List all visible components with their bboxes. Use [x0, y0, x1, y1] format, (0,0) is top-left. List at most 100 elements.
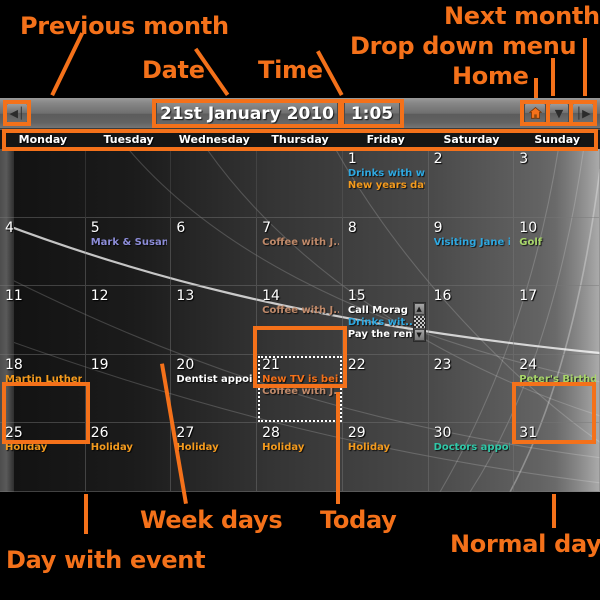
- calendar-day-21[interactable]: 21New TV is bei...Coffee with J...: [257, 354, 343, 424]
- calendar-day-23[interactable]: 23: [428, 354, 515, 424]
- date-display[interactable]: 21st January 2010: [156, 101, 338, 126]
- calendar-day-14[interactable]: 14 Coffee with J...: [257, 286, 343, 355]
- calendar-event[interactable]: Martin Luther ...: [5, 374, 82, 385]
- calendar-day-7[interactable]: 7 Coffee with J...: [257, 217, 343, 287]
- calendar-event[interactable]: Holiday: [176, 442, 253, 453]
- calendar-day-9[interactable]: 9Visiting Jane i...: [428, 217, 515, 287]
- day-number: 22: [347, 356, 366, 373]
- annotation-label-time: Time: [258, 56, 323, 84]
- day-number: 10: [519, 219, 538, 236]
- time-text: 1:05: [350, 103, 394, 124]
- calendar-event[interactable]: Mark & Susan...: [91, 237, 168, 248]
- day-number: 12: [90, 288, 109, 305]
- home-button[interactable]: [524, 103, 546, 123]
- calendar-event[interactable]: Doctors appoi...: [434, 442, 511, 453]
- calendar-event[interactable]: Coffee with J...: [262, 305, 339, 316]
- calendar-day-24[interactable]: 24Peter's Birthd...: [514, 354, 600, 424]
- calendar-event[interactable]: Golf: [519, 237, 596, 248]
- calendar-event[interactable]: Holiday: [348, 442, 425, 453]
- day-number: 16: [433, 288, 452, 305]
- next-month-button[interactable]: │▶: [572, 103, 594, 123]
- day-number: 30: [433, 425, 452, 442]
- day-number: 25: [5, 425, 23, 442]
- calendar-event[interactable]: Drinks with w...: [348, 168, 425, 179]
- calendar-event[interactable]: Dentist appoi...: [176, 374, 253, 385]
- day-number: 3: [519, 151, 529, 167]
- dropdown-menu-button[interactable]: ▼: [549, 103, 569, 123]
- annotation-leader-line: [84, 494, 88, 534]
- calendar-day-31[interactable]: 31: [514, 423, 600, 492]
- calendar-day-17[interactable]: 17: [514, 286, 600, 355]
- calendar-event[interactable]: Visiting Jane i...: [434, 237, 511, 248]
- calendar-event[interactable]: Holiday: [5, 442, 82, 453]
- calendar-grid: 1Drinks with w...New years day2345Mark &…: [0, 149, 600, 492]
- calendar-day-1[interactable]: 1Drinks with w...New years day: [342, 149, 429, 218]
- day-number: 31: [519, 425, 538, 442]
- calendar-day-22[interactable]: 22: [342, 354, 429, 424]
- day-number: 13: [176, 288, 195, 305]
- annotation-label-week-days: Week days: [140, 506, 283, 534]
- day-number: 29: [347, 425, 366, 442]
- day-number: 28: [262, 425, 280, 442]
- day-number: 23: [433, 356, 452, 373]
- scrollbar-track[interactable]: [413, 316, 425, 329]
- calendar-day-19[interactable]: 19: [85, 354, 172, 424]
- calendar-day-18[interactable]: 18Martin Luther ...: [0, 354, 86, 424]
- annotation-leader-line: [534, 78, 538, 98]
- calendar-day-29[interactable]: 29 Holiday: [342, 423, 429, 492]
- day-number: 6: [176, 219, 186, 236]
- scroll-down-icon[interactable]: ▼: [413, 329, 425, 342]
- calendar-event[interactable]: New years day: [348, 180, 425, 191]
- annotation-leader-line: [583, 38, 587, 96]
- day-number: 4: [5, 219, 14, 236]
- calendar-event[interactable]: Coffee with J...: [262, 386, 339, 397]
- calendar-event[interactable]: Holiday: [91, 442, 168, 453]
- annotation-label-next-month: Next month: [444, 2, 600, 30]
- calendar-day-16[interactable]: 16: [428, 286, 515, 355]
- calendar-event[interactable]: Coffee with J...: [262, 237, 339, 248]
- time-display[interactable]: 1:05: [344, 101, 400, 126]
- home-icon: [528, 107, 542, 119]
- calendar-day-12[interactable]: 12: [85, 286, 172, 355]
- calendar-widget: ◀│ 21st January 2010 1:05 ▼ │▶ Monday Tue…: [0, 98, 600, 492]
- calendar-event[interactable]: Holiday: [262, 442, 339, 453]
- calendar-day-2[interactable]: 2: [428, 149, 515, 218]
- calendar-day-8[interactable]: 8: [342, 217, 429, 287]
- day-number: 19: [90, 356, 109, 373]
- day-number: 7: [262, 219, 272, 236]
- calendar-day-30[interactable]: 30Doctors appoi...: [428, 423, 515, 492]
- event-list-scrollbar[interactable]: ▲ ▼: [412, 302, 426, 343]
- scroll-up-icon[interactable]: ▲: [413, 303, 425, 316]
- day-number: 27: [176, 425, 195, 442]
- day-number: 18: [5, 356, 23, 373]
- weekday-saturday: Saturday: [443, 133, 500, 146]
- calendar-cell-empty: [171, 149, 258, 218]
- calendar-day-10[interactable]: 10 Golf: [514, 217, 600, 287]
- weekday-sunday: Sunday: [534, 133, 581, 146]
- day-number: 8: [347, 219, 357, 236]
- calendar-day-28[interactable]: 28 Holiday: [257, 423, 343, 492]
- calendar-day-26[interactable]: 26 Holiday: [85, 423, 172, 492]
- calendar-day-20[interactable]: 20Dentist appoi...: [171, 354, 258, 424]
- previous-month-button[interactable]: ◀│: [6, 103, 28, 123]
- next-month-icon: │▶: [575, 106, 591, 120]
- calendar-day-5[interactable]: 5Mark & Susan...: [85, 217, 172, 287]
- annotation-leader-line: [552, 494, 556, 528]
- day-number: 14: [262, 288, 280, 305]
- day-number: 24: [519, 356, 538, 373]
- weekday-monday: Monday: [18, 133, 68, 146]
- calendar-event[interactable]: Peter's Birthd...: [519, 374, 596, 385]
- calendar-day-6[interactable]: 6: [171, 217, 258, 287]
- day-number: 11: [5, 288, 23, 305]
- calendar-day-15[interactable]: 15 Call Morag Drinks wit... Pay the rent ▲ ▼: [342, 286, 429, 355]
- calendar-day-11[interactable]: 11: [0, 286, 86, 355]
- annotation-label-home: Home: [452, 62, 529, 90]
- calendar-day-3[interactable]: 3: [514, 149, 600, 218]
- calendar-day-13[interactable]: 13: [171, 286, 258, 355]
- annotation-leader-line: [336, 392, 340, 504]
- weekday-tuesday: Tuesday: [103, 133, 154, 146]
- calendar-day-25[interactable]: 25 Holiday: [0, 423, 86, 492]
- calendar-day-4[interactable]: 4: [0, 217, 86, 287]
- calendar-event[interactable]: New TV is bei...: [262, 374, 339, 385]
- calendar-cell-empty: [85, 149, 172, 218]
